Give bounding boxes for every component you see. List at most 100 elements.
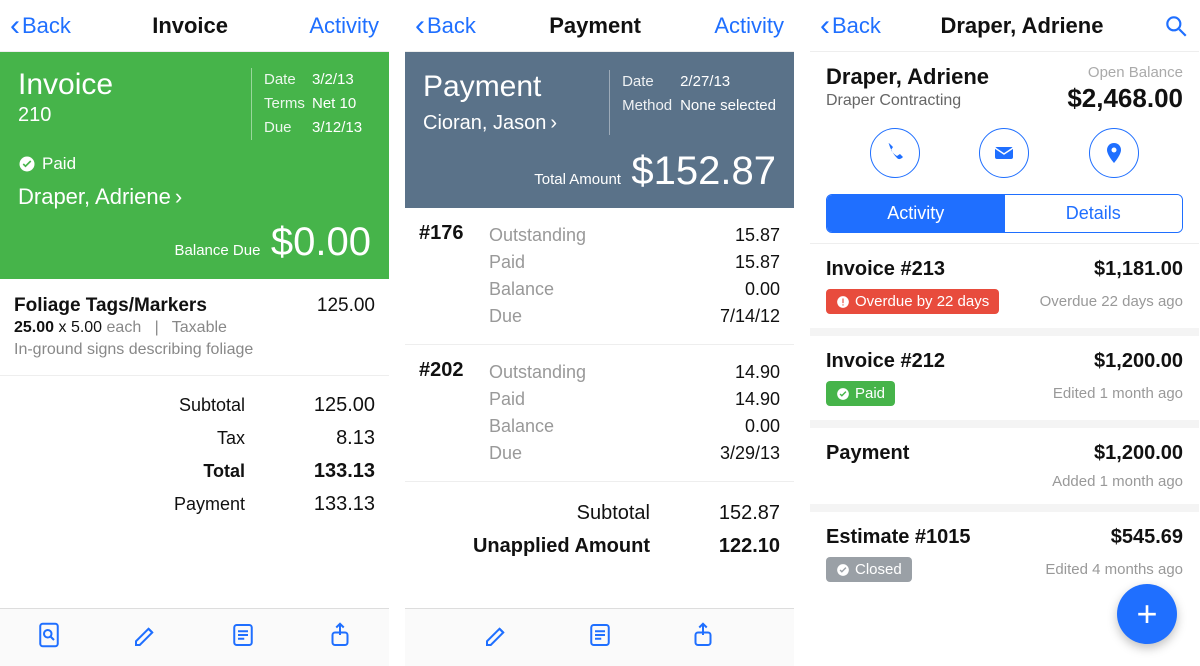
activity-item[interactable]: Estimate #1015$545.69 Closed Edited 4 mo… — [810, 504, 1199, 596]
line-item-rate: 5.00 — [71, 319, 102, 336]
payment-entry[interactable]: #176 Outstanding15.87 Paid15.87 Balance0… — [405, 208, 794, 345]
map-button[interactable] — [1089, 128, 1139, 178]
totals: Subtotal125.00 Tax8.13 Total133.13 Payme… — [0, 376, 389, 526]
edit-button[interactable] — [131, 620, 161, 655]
page-title: Payment — [476, 13, 714, 39]
activity-amount: $1,200.00 — [1094, 350, 1183, 373]
activity-item[interactable]: Payment$1,200.00 Added 1 month ago — [810, 420, 1199, 504]
outstanding-value: 15.87 — [735, 222, 780, 249]
due-value: 3/12/13 — [312, 119, 362, 136]
check-circle-icon — [836, 563, 850, 577]
line-item-name: Foliage Tags/Markers — [14, 295, 207, 317]
line-item-amount: 125.00 — [317, 295, 375, 317]
open-balance-value: $2,468.00 — [1067, 83, 1183, 114]
line-item[interactable]: Foliage Tags/Markers 125.00 25.00 x 5.00… — [0, 279, 389, 376]
search-button[interactable] — [1163, 13, 1189, 39]
date-value: 2/27/13 — [680, 73, 730, 90]
notes-button[interactable] — [585, 620, 615, 655]
pencil-icon — [131, 620, 161, 650]
activity-title: Payment — [826, 442, 909, 465]
subtotal-value: 152.87 — [690, 502, 780, 525]
payment-entry[interactable]: #202 Outstanding14.90 Paid14.90 Balance0… — [405, 345, 794, 482]
note-icon — [228, 620, 258, 650]
card-title: Payment — [423, 70, 609, 104]
chevron-right-icon: › — [175, 184, 182, 210]
activity-sub: Edited 4 months ago — [1045, 561, 1183, 578]
payment-value: 133.13 — [285, 493, 375, 516]
total-amount-value: $152.87 — [631, 149, 776, 193]
share-icon — [688, 620, 718, 650]
check-circle-icon — [18, 155, 36, 173]
balance-label: Balance — [489, 413, 554, 440]
preview-button[interactable] — [34, 620, 64, 655]
pin-icon — [1102, 141, 1126, 165]
customer-link[interactable]: Cioran, Jason › — [423, 112, 609, 135]
back-button[interactable]: ‹ Back — [820, 11, 881, 41]
total-label: Total — [125, 461, 245, 482]
due-label: Due — [489, 440, 522, 467]
badge-text: Paid — [855, 385, 885, 402]
balance-label: Balance — [489, 276, 554, 303]
status-badge: Closed — [826, 557, 912, 582]
note-icon — [585, 620, 615, 650]
back-label: Back — [427, 13, 476, 39]
paid-label: Paid — [489, 386, 525, 413]
due-value: 3/29/13 — [720, 440, 780, 467]
chevron-left-icon: ‹ — [415, 11, 425, 41]
sep: | — [155, 319, 159, 336]
paid-value: 14.90 — [735, 386, 780, 413]
alert-icon — [836, 295, 850, 309]
share-button[interactable] — [325, 620, 355, 655]
unapplied-value: 122.10 — [690, 535, 780, 558]
edit-button[interactable] — [482, 620, 512, 655]
line-item-desc: In-ground signs describing foliage — [14, 341, 375, 359]
pencil-icon — [482, 620, 512, 650]
entry-id: #202 — [419, 359, 489, 467]
method-value: None selected — [680, 97, 776, 114]
customer-name: Draper, Adriene — [18, 184, 171, 210]
activity-item[interactable]: Invoice #212$1,200.00 Paid Edited 1 mont… — [810, 328, 1199, 420]
open-balance-label: Open Balance — [1067, 64, 1183, 81]
chevron-right-icon: › — [550, 112, 557, 135]
tab-activity[interactable]: Activity — [827, 195, 1005, 232]
contact-header: Draper, Adriene Draper Contracting Open … — [810, 52, 1199, 114]
back-button[interactable]: ‹ Back — [415, 11, 476, 41]
add-button[interactable]: + — [1117, 584, 1177, 644]
status-badge: Paid — [826, 381, 895, 406]
card-title: Invoice — [18, 68, 251, 102]
badge-text: Closed — [855, 561, 902, 578]
back-button[interactable]: ‹ Back — [10, 11, 71, 41]
subtotal-value: 125.00 — [285, 394, 375, 417]
taxable-label: Taxable — [172, 319, 227, 336]
customer-link[interactable]: Draper, Adriene › — [18, 184, 371, 210]
phone-icon — [883, 141, 907, 165]
call-button[interactable] — [870, 128, 920, 178]
tab-details[interactable]: Details — [1005, 195, 1183, 232]
notes-button[interactable] — [228, 620, 258, 655]
toolbar — [405, 608, 794, 666]
activity-button[interactable]: Activity — [309, 13, 379, 39]
due-label: Due — [264, 116, 312, 140]
date-value: 3/2/13 — [312, 71, 354, 88]
navbar: ‹ Back Payment Activity — [405, 0, 794, 52]
terms-value: Net 10 — [312, 95, 356, 112]
invoice-meta: Date3/2/13 TermsNet 10 Due3/12/13 — [251, 68, 371, 140]
tax-label: Tax — [125, 428, 245, 449]
activity-item[interactable]: Invoice #213$1,181.00 Overdue by 22 days… — [810, 243, 1199, 328]
paid-value: 15.87 — [735, 249, 780, 276]
email-button[interactable] — [979, 128, 1029, 178]
unapplied-label: Unapplied Amount — [470, 535, 650, 558]
share-button[interactable] — [688, 620, 718, 655]
badge-text: Overdue by 22 days — [855, 293, 989, 310]
chevron-left-icon: ‹ — [820, 11, 830, 41]
screen-payment: ‹ Back Payment Activity Payment Cioran, … — [405, 0, 794, 666]
due-value: 7/14/12 — [720, 303, 780, 330]
activity-button[interactable]: Activity — [714, 13, 784, 39]
subtotal-label: Subtotal — [125, 395, 245, 416]
outstanding-label: Outstanding — [489, 222, 586, 249]
chevron-left-icon: ‹ — [10, 11, 20, 41]
activity-sub: Overdue 22 days ago — [1040, 293, 1183, 310]
activity-sub: Edited 1 month ago — [1053, 385, 1183, 402]
activity-title: Estimate #1015 — [826, 526, 971, 549]
outstanding-value: 14.90 — [735, 359, 780, 386]
